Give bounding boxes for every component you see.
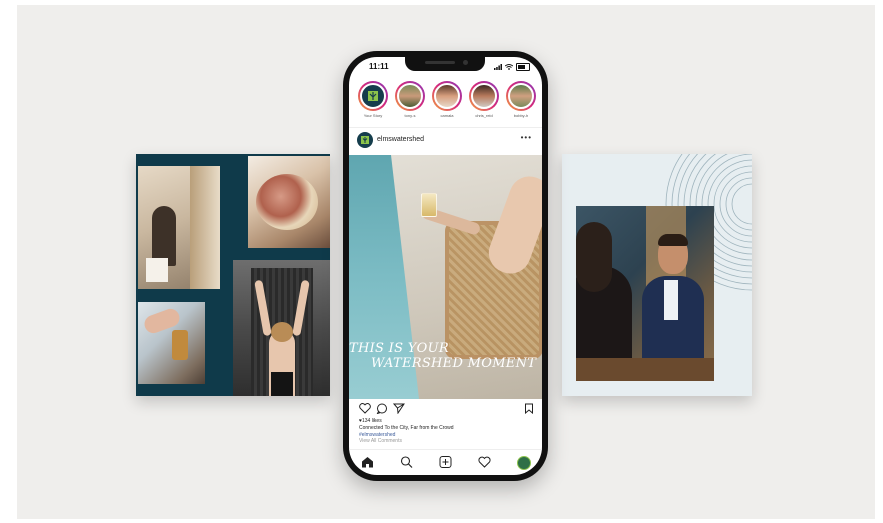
headline-line-1: THIS IS YOUR — [349, 341, 449, 356]
headline-line-2: WATERSHED MOMENT — [371, 356, 537, 371]
story-avatar — [508, 83, 534, 109]
business-meeting-photo — [576, 206, 714, 381]
story-avatar — [471, 83, 497, 109]
status-bar: 11:11 — [349, 57, 542, 77]
search-icon[interactable] — [400, 456, 413, 468]
likes-count: ♥134 likes — [359, 418, 382, 424]
story-item[interactable]: Your Story — [357, 81, 389, 123]
bottom-nav — [349, 449, 542, 475]
signal-icon — [494, 64, 502, 70]
drink-photo — [138, 302, 205, 384]
shopping-photo — [138, 166, 220, 289]
story-label: chris_reid — [475, 113, 493, 118]
phone-mockup: 11:11 Your Story tony-s camala chris_rei… — [343, 51, 548, 481]
post-actions — [359, 403, 534, 415]
more-options-button[interactable]: ••• — [521, 133, 532, 142]
collage-card — [136, 154, 330, 396]
story-item[interactable]: bobby-h — [505, 81, 537, 123]
post-image[interactable]: THIS IS YOUR WATERSHED MOMENT — [349, 155, 542, 399]
stories-bar: Your Story tony-s camala chris_reid bobb… — [357, 81, 537, 123]
post-header: elmswatershed ••• — [349, 127, 542, 152]
story-avatar — [360, 83, 386, 109]
story-label: bobby-h — [513, 113, 529, 118]
send-icon[interactable] — [393, 403, 405, 414]
elms-logo-icon — [368, 91, 378, 101]
heart-icon[interactable] — [359, 403, 371, 414]
meeting-card — [562, 154, 752, 396]
elms-logo-icon — [361, 136, 369, 144]
story-item[interactable]: camala — [431, 81, 463, 123]
comment-icon[interactable] — [376, 403, 388, 414]
battery-icon — [516, 63, 530, 71]
add-post-icon[interactable] — [439, 456, 452, 468]
post-avatar[interactable] — [357, 132, 373, 148]
story-label: tony-s — [404, 113, 416, 118]
post-headline: THIS IS YOUR WATERSHED MOMENT — [349, 341, 542, 371]
post-caption: Connected To the City, Far from the Crow… — [359, 425, 454, 431]
home-icon[interactable] — [361, 456, 374, 468]
story-label: camala — [440, 113, 454, 118]
status-time: 11:11 — [369, 62, 389, 71]
story-label: Your Story — [363, 113, 383, 118]
wifi-icon — [505, 64, 513, 70]
story-avatar — [397, 83, 423, 109]
phone-screen: 11:11 Your Story tony-s camala chris_rei… — [349, 57, 542, 475]
post-username[interactable]: elmswatershed — [377, 136, 424, 143]
bookmark-icon[interactable] — [524, 403, 534, 414]
charcuterie-photo — [248, 156, 330, 248]
phone-notch — [405, 57, 485, 71]
status-icons — [494, 63, 530, 71]
story-avatar — [434, 83, 460, 109]
activity-heart-icon[interactable] — [478, 456, 491, 468]
story-item[interactable]: chris_reid — [468, 81, 500, 123]
story-item[interactable]: tony-s — [394, 81, 426, 123]
yoga-photo — [233, 260, 330, 396]
view-comments-link[interactable]: View All Comments — [359, 438, 402, 444]
profile-avatar[interactable] — [517, 456, 531, 470]
